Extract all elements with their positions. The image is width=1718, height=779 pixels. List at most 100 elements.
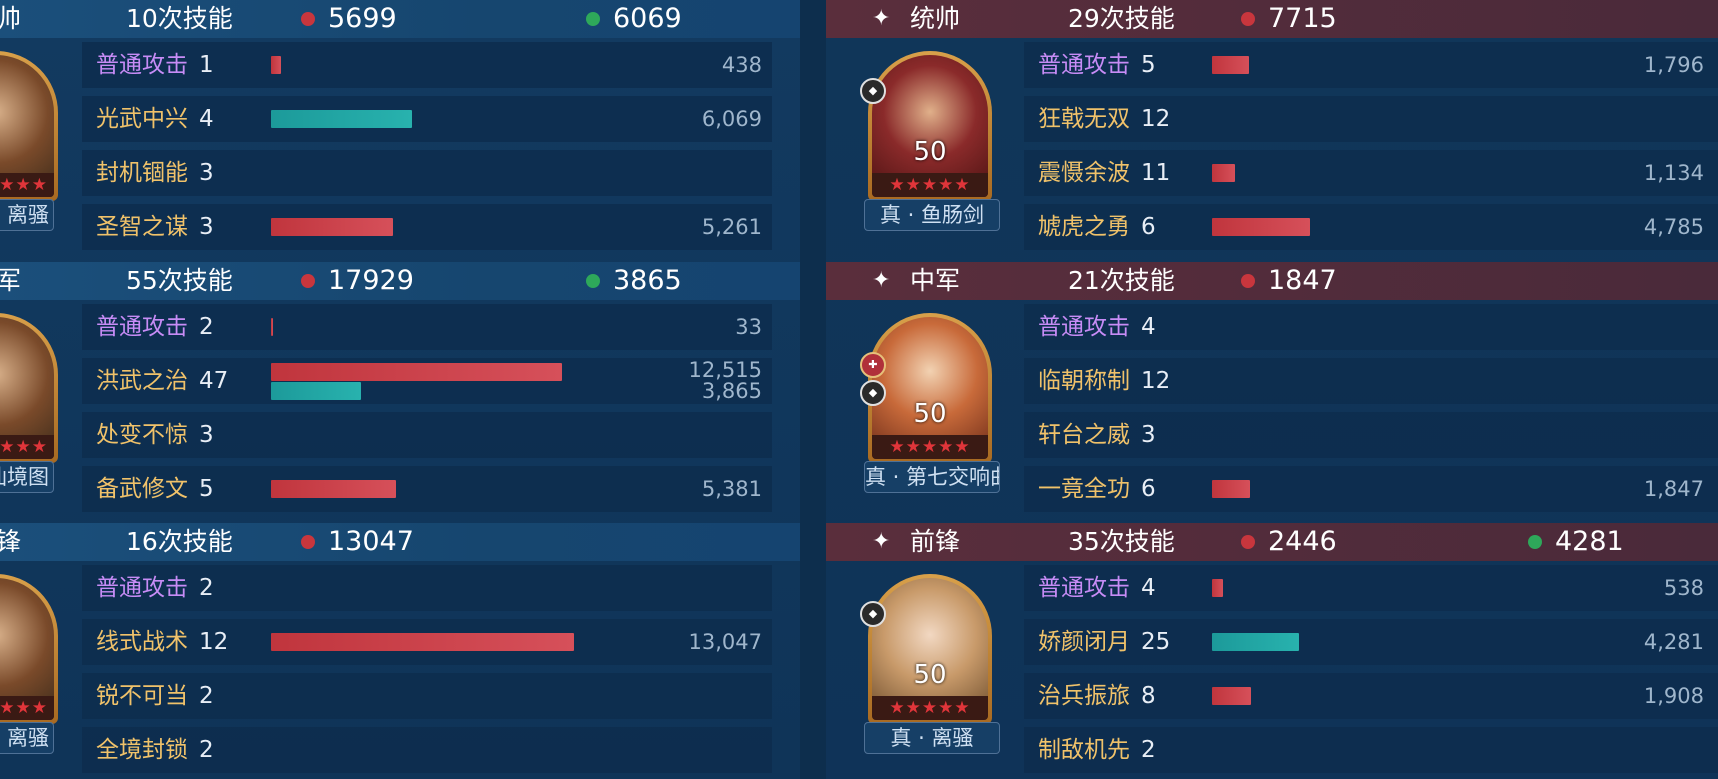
skill-row: 狂戟无双 12 [1024, 96, 1718, 142]
total-damage: 13047 [328, 526, 414, 557]
skill-count: 4 [199, 106, 214, 132]
skill-name: 处变不惊 [96, 422, 188, 448]
total-damage: 5699 [328, 3, 397, 34]
equipment-label[interactable]: 离骚 [0, 199, 54, 231]
skill-value: 6,069 [701, 107, 762, 131]
damage-dot-icon [301, 535, 315, 549]
skill-row: 备武修文 5 5,381 [82, 466, 772, 512]
skill-name: 封机锢能 [96, 160, 188, 186]
hero-role: 帅 [0, 4, 22, 33]
heal-bar [271, 110, 412, 128]
basic-attack-name: 普通攻击 [1038, 575, 1130, 601]
skill-row: 轩台之威 3 [1024, 412, 1718, 458]
hero-portrait: ★★★★★ [0, 317, 54, 459]
skill-row: 光武中兴 4 6,069 [82, 96, 772, 142]
hero-avatar[interactable]: 50 ★★★★★ [868, 574, 992, 724]
skill-row: 制敌机先 2 [1024, 727, 1718, 773]
right-team-panel: ✦ 统帅 29次技能 7715 50 ★★★★★ ◆ 真 · 鱼肠剑 普通攻击 5 1,796 狂戟无… [826, 0, 1718, 779]
hero-role: 中军 [910, 266, 961, 295]
hero-avatar[interactable]: 50 ★★★★★ [868, 313, 992, 463]
total-damage: 7715 [1268, 3, 1337, 34]
skill-row: 普通攻击 2 33 [82, 304, 772, 350]
skill-name: 光武中兴 [96, 106, 188, 132]
skill-row: 普通攻击 4 538 [1024, 565, 1718, 611]
skill-count: 12 [1141, 106, 1171, 132]
skill-count: 3 [199, 214, 214, 240]
hero-avatar[interactable]: ★★★★★ [0, 574, 58, 724]
hero-avatar[interactable]: ★★★★★ [0, 51, 58, 201]
skill-value: 1,847 [1643, 477, 1704, 501]
skill-name: 娇颜闭月 [1038, 629, 1130, 655]
heal-bar [1212, 633, 1300, 651]
right-hero-section: ✦ 中军 21次技能 1847 50 ★★★★★ ✚ ◆ 真 · 第七交响曲 普通攻击 4 临朝称制 1… [826, 262, 1718, 524]
skill-value: 4,785 [1643, 215, 1704, 239]
hero-level: 50 [913, 137, 947, 167]
damage-dot-icon [1241, 12, 1255, 26]
damage-bar [1212, 164, 1236, 182]
skill-name: 轩台之威 [1038, 422, 1130, 448]
heal-bar [271, 382, 361, 400]
skill-row: 一竟全功 6 1,847 [1024, 466, 1718, 512]
skill-value: 538 [1663, 576, 1704, 600]
hero-header: ✦ 中军 21次技能 1847 [826, 262, 1718, 300]
total-heal: 4281 [1555, 526, 1624, 557]
skill-row: 震慑余波 11 1,134 [1024, 150, 1718, 196]
skill-count: 4 [1141, 575, 1156, 601]
skill-cast-count: 21次技能 [1068, 266, 1175, 295]
skill-row: 普通攻击 4 [1024, 304, 1718, 350]
right-hero-section: ✦ 统帅 29次技能 7715 50 ★★★★★ ◆ 真 · 鱼肠剑 普通攻击 5 1,796 狂戟无… [826, 0, 1718, 262]
left-hero-section: 军55次技能179293865★★★★★原仙境图普通攻击233洪武之治4712,… [0, 262, 800, 524]
troop-type-icon: ◆ [860, 380, 886, 406]
hero-portrait: 50 ★★★★★ [872, 317, 988, 459]
hero-portrait: 50 ★★★★★ [872, 578, 988, 720]
skill-count: 11 [1141, 160, 1171, 186]
skill-row: 封机锢能 3 [82, 150, 772, 196]
equipment-label[interactable]: 离骚 [0, 722, 54, 754]
skill-cast-count: 35次技能 [1068, 527, 1175, 556]
skill-name: 全境封锁 [96, 737, 188, 763]
heal-dot-icon [586, 274, 600, 288]
damage-bar [1212, 579, 1223, 597]
damage-dot-icon [301, 274, 315, 288]
hero-header: ✦ 统帅 29次技能 7715 [826, 0, 1718, 38]
skill-name: 线式战术 [96, 629, 188, 655]
equipment-label[interactable]: 真 · 离骚 [864, 722, 1000, 754]
equipment-label[interactable]: 真 · 第七交响曲 [864, 461, 1000, 493]
heal-dot-icon [586, 12, 600, 26]
hero-stars: ★★★★★ [872, 173, 988, 197]
hero-role: 锋 [0, 527, 22, 556]
skill-name: 锐不可当 [96, 683, 188, 709]
skill-row: 普通攻击 2 [82, 565, 772, 611]
skill-name: 狂戟无双 [1038, 106, 1130, 132]
skill-name: 虓虎之勇 [1038, 214, 1130, 240]
hero-avatar[interactable]: 50 ★★★★★ [868, 51, 992, 201]
skill-count: 2 [199, 314, 214, 340]
hero-header: 军 55次技能 17929 3865 [0, 262, 800, 300]
equipment-label[interactable]: 真 · 鱼肠剑 [864, 199, 1000, 231]
hero-role: 军 [0, 266, 22, 295]
skill-name: 制敌机先 [1038, 737, 1130, 763]
hero-header: 锋 16次技能 13047 [0, 523, 800, 561]
hero-stars: ★★★★★ [872, 696, 988, 720]
damage-bar [271, 218, 393, 236]
skill-name: 洪武之治 [96, 368, 188, 394]
panel-divider [800, 0, 826, 779]
skill-value-secondary: 3,865 [701, 379, 762, 403]
skill-value: 1,908 [1643, 684, 1704, 708]
basic-attack-name: 普通攻击 [1038, 52, 1130, 78]
skill-count: 3 [1141, 422, 1156, 448]
skill-count: 6 [1141, 214, 1156, 240]
skill-count: 47 [199, 368, 229, 394]
damage-bar [271, 480, 397, 498]
troop-type-icon: ◆ [860, 601, 886, 627]
equipment-label[interactable]: 原仙境图 [0, 461, 54, 493]
skill-count: 5 [1141, 52, 1156, 78]
total-damage: 17929 [328, 265, 414, 296]
damage-bar [1212, 218, 1310, 236]
damage-dot-icon [301, 12, 315, 26]
hero-avatar[interactable]: ★★★★★ [0, 313, 58, 463]
heal-dot-icon [1528, 535, 1542, 549]
skill-row: 全境封锁 2 [82, 727, 772, 773]
total-heal: 3865 [613, 265, 682, 296]
right-hero-section: ✦ 前锋 35次技能 2446 4281 50 ★★★★★ ◆ 真 · 离骚 普通攻击 4 538 娇颜… [826, 523, 1718, 779]
